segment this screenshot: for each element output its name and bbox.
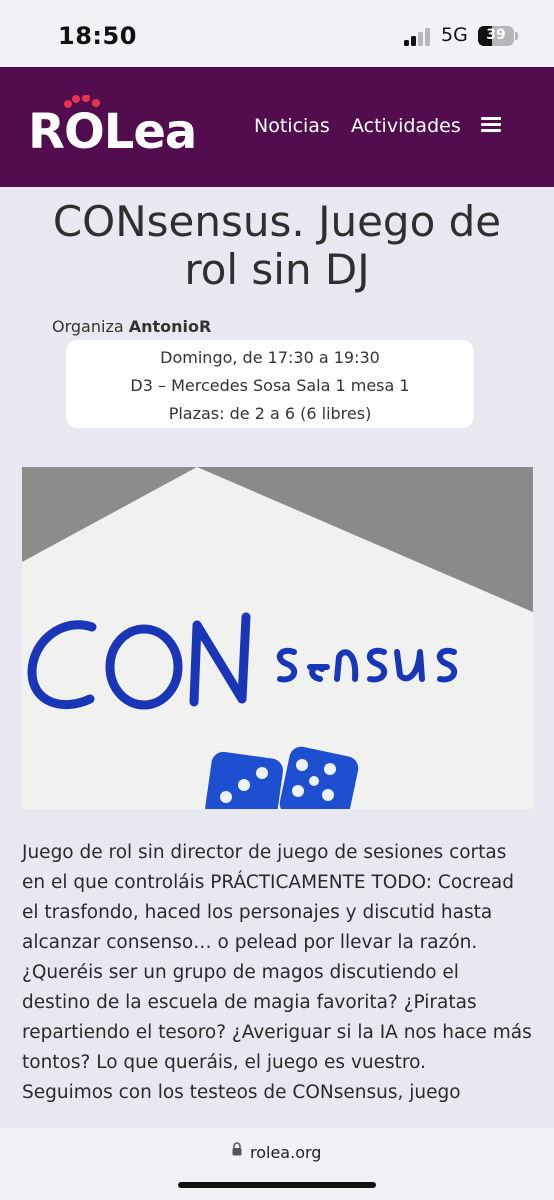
status-time: 18:50 (58, 22, 137, 50)
rolea-logo[interactable]: ROLea (28, 95, 208, 159)
organizer-name[interactable]: AntonioR (129, 317, 212, 336)
cellular-signal-icon (404, 28, 434, 46)
browser-url[interactable]: rolea.org (250, 1143, 321, 1162)
activity-location: D3 – Mercedes Sosa Sala 1 mesa 1 (130, 376, 410, 395)
organizer-prefix: Organiza (52, 317, 124, 336)
site-header: ROLea Noticias Actividades (0, 67, 554, 187)
battery-icon: 39 (478, 26, 514, 46)
nav-noticias[interactable]: Noticias (254, 115, 330, 137)
activity-image (22, 467, 533, 809)
browser-url-bar[interactable]: rolea.org (0, 1128, 554, 1200)
battery-cap (515, 32, 518, 40)
status-bar: 18:50 5G 39 (0, 0, 554, 67)
activity-info-card: Domingo, de 17:30 a 19:30 D3 – Mercedes … (66, 340, 474, 428)
page-title: CONsensus. Juego de rol sin DJ (52, 197, 502, 294)
lock-icon (232, 1142, 242, 1156)
activity-slots: Plazas: de 2 a 6 (6 libres) (168, 404, 372, 423)
activity-description: Juego de rol sin director de juego de se… (22, 838, 532, 1108)
description-paragraph: Juego de rol sin director de juego de se… (22, 842, 532, 1073)
organizer-line: Organiza AntonioR (52, 317, 211, 336)
handwritten-paper-image (22, 467, 533, 809)
description-paragraph-2: Seguimos con los testeos de CONsensus, j… (22, 1082, 461, 1103)
battery-percent: 39 (486, 27, 506, 43)
network-type: 5G (441, 24, 468, 46)
logo-text: ROLea (28, 104, 197, 160)
nav-actividades[interactable]: Actividades (351, 115, 461, 137)
home-indicator[interactable] (178, 1182, 376, 1188)
hamburger-menu-icon[interactable] (481, 117, 501, 133)
activity-schedule: Domingo, de 17:30 a 19:30 (160, 348, 380, 367)
